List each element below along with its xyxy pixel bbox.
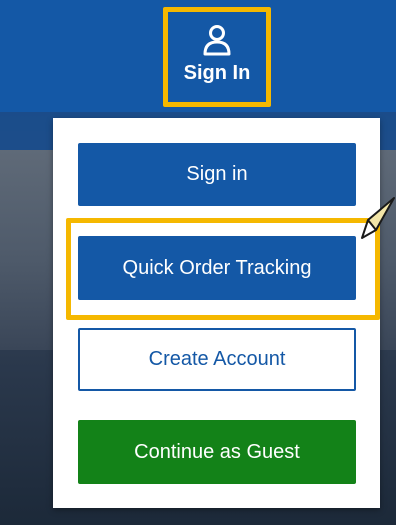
quick-order-tracking-highlight <box>66 218 380 320</box>
header-sign-in-highlight <box>163 7 271 107</box>
speech-pointer-icon <box>361 197 395 239</box>
create-account-button[interactable]: Create Account <box>78 328 356 391</box>
continue-as-guest-button[interactable]: Continue as Guest <box>78 420 356 484</box>
sign-in-button[interactable]: Sign in <box>78 143 356 206</box>
